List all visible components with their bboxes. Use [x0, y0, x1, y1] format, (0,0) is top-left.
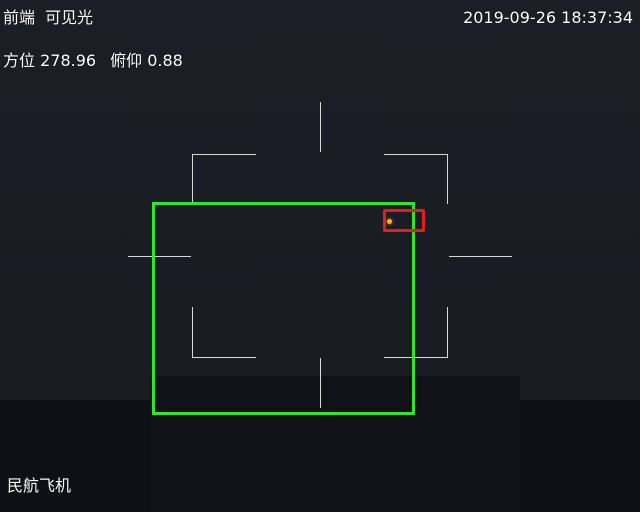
reticle-corner-tr-v — [447, 154, 448, 204]
azimuth-label: 方位 — [3, 51, 36, 70]
reticle-corner-tl-h — [192, 154, 256, 155]
reticle-right-tick — [449, 256, 512, 257]
tracking-box[interactable] — [152, 202, 415, 415]
osd-angles: 方位 278.96 俯仰 0.88 — [3, 52, 183, 70]
osd-channel: 前端 — [3, 8, 36, 27]
reticle-corner-br-v — [447, 307, 448, 358]
target-box[interactable] — [383, 209, 425, 232]
reticle-corner-tl-v — [192, 154, 193, 204]
osd-source-mode: 前端 可见光 — [3, 9, 93, 27]
osd-timestamp: 2019-09-26 18:37:34 — [463, 8, 633, 27]
osd-mode: 可见光 — [45, 8, 94, 27]
azimuth-value: 278.96 — [40, 51, 97, 70]
pitch-label: 俯仰 — [110, 51, 143, 70]
pitch-value: 0.88 — [147, 51, 183, 70]
reticle-top-tick — [320, 102, 321, 152]
target-classification: 民航飞机 — [7, 476, 72, 495]
reticle-corner-tr-h — [384, 154, 448, 155]
